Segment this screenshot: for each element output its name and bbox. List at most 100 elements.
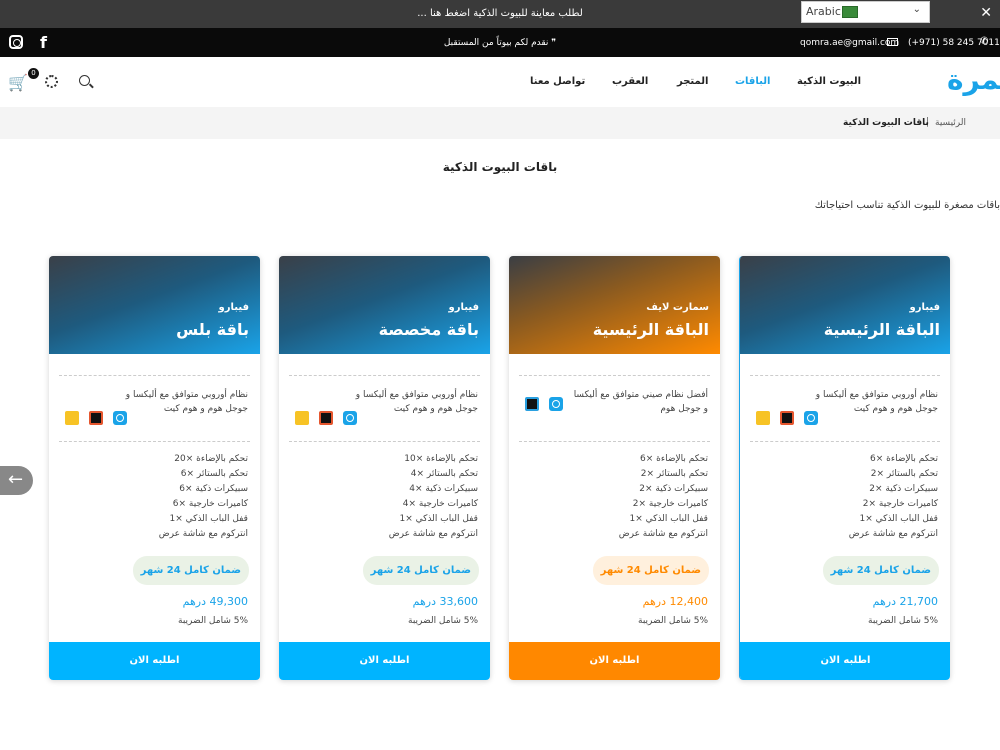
homekit-icon: [89, 410, 103, 425]
home-assistant-icon: [756, 410, 770, 425]
compatibility-icons: [525, 393, 573, 412]
alexa-icon: [549, 396, 563, 411]
order-button[interactable]: اطلبه الان: [279, 642, 490, 680]
card-title: الباقة الرئيسية: [592, 320, 709, 339]
feature-item: تحكم بالستائر ×2: [870, 469, 938, 479]
flag-icon: [842, 6, 858, 18]
feature-item: تحكم بالإضاءة ×6: [640, 454, 708, 464]
nav-packages[interactable]: الباقات: [735, 76, 770, 87]
card-system: أفضل نظام صيني متوافق مع أليكسا و جوجل ه…: [573, 390, 708, 414]
close-icon[interactable]: ✕: [980, 5, 992, 21]
chevron-down-icon: ⌄: [912, 4, 921, 15]
feature-item: سبيكرات ذكية ×6: [179, 484, 248, 494]
tax-note: 5% شامل الضريبة: [868, 616, 938, 626]
facebook-icon[interactable]: f: [40, 33, 47, 52]
feature-item: انتركوم مع شاشة عرض: [158, 529, 248, 539]
page-subtitle: باقات مصغرة للبيوت الذكية تناسب احتياجات…: [814, 200, 1000, 211]
card-title: باقة مخصصة: [378, 320, 479, 339]
divider: [59, 441, 250, 442]
warranty-badge: ضمان كامل 24 شهر: [132, 556, 249, 585]
alexa-icon: [343, 410, 357, 425]
divider: [289, 375, 480, 376]
feature-item: تحكم بالستائر ×6: [180, 469, 248, 479]
feature-item: انتركوم مع شاشة عرض: [618, 529, 708, 539]
carousel-prev-arrow-icon[interactable]: ←: [0, 466, 33, 495]
feature-item: قفل الباب الذكي ×1: [629, 514, 708, 524]
nav-contact[interactable]: تواصل معنا: [530, 76, 585, 87]
divider: [519, 441, 710, 442]
search-icon[interactable]: [79, 75, 90, 86]
home-assistant-icon: [65, 410, 79, 425]
main-header: 🛒 0 البيوت الذكية الباقات المتجر العقرب …: [0, 57, 1000, 107]
tax-note: 5% شامل الضريبة: [178, 616, 248, 626]
feature-item: سبيكرات ذكية ×4: [409, 484, 478, 494]
instagram-icon[interactable]: [9, 35, 23, 49]
feature-item: تحكم بالإضاءة ×6: [870, 454, 938, 464]
feature-item: انتركوم مع شاشة عرض: [388, 529, 478, 539]
feature-item: كاميرات خارجية ×2: [862, 499, 938, 509]
language-select[interactable]: Arabic ⌄: [801, 1, 930, 23]
cart-count-badge: 0: [28, 68, 39, 79]
divider: [289, 441, 480, 442]
tax-note: 5% شامل الضريبة: [408, 616, 478, 626]
feature-list: تحكم بالإضاءة ×6 تحكم بالستائر ×2 سبيكرا…: [528, 452, 708, 542]
package-card: سمارت لايف الباقة الرئيسية أفضل نظام صين…: [509, 256, 720, 680]
card-title: الباقة الرئيسية: [823, 320, 940, 339]
compatibility-icons: [756, 407, 828, 426]
phone-icon: ✆: [980, 36, 989, 47]
homekit-icon: [319, 410, 333, 425]
feature-item: تحكم بالإضاءة ×10: [404, 454, 478, 464]
card-brand: فيبارو: [218, 302, 249, 313]
email-link[interactable]: qomra.ae@gmail.com: [800, 38, 899, 48]
card-header: سمارت لايف الباقة الرئيسية: [509, 256, 720, 354]
order-button[interactable]: اطلبه الان: [509, 642, 720, 680]
package-card: فيبارو الباقة الرئيسية نظام أوروبي متواف…: [739, 256, 950, 680]
nav-scorpion[interactable]: العقرب: [612, 76, 648, 87]
divider: [59, 375, 250, 376]
compatibility-icons: [65, 407, 137, 426]
card-brand: فيبارو: [909, 302, 940, 313]
feature-item: قفل الباب الذكي ×1: [169, 514, 248, 524]
card-header: فيبارو باقة بلس: [49, 256, 260, 354]
feature-list: تحكم بالإضاءة ×10 تحكم بالستائر ×4 سبيكر…: [298, 452, 478, 542]
feature-item: كاميرات خارجية ×6: [172, 499, 248, 509]
card-brand: سمارت لايف: [646, 302, 709, 313]
card-price: 21,700 درهم: [872, 595, 938, 608]
settings-icon[interactable]: [45, 75, 58, 88]
feature-item: كاميرات خارجية ×2: [632, 499, 708, 509]
slogan: ❞ نقدم لكم بيوتاً من المستقبل: [443, 38, 557, 48]
feature-item: انتركوم مع شاشة عرض: [848, 529, 938, 539]
package-card: فيبارو باقة بلس نظام أوروبي متوافق مع أل…: [49, 256, 260, 680]
card-header: فيبارو باقة مخصصة: [279, 256, 490, 354]
breadcrumb-current: باقات البيوت الذكية: [843, 118, 929, 128]
feature-item: قفل الباب الذكي ×1: [859, 514, 938, 524]
card-title: باقة بلس: [176, 320, 249, 339]
feature-item: كاميرات خارجية ×4: [402, 499, 478, 509]
google-home-icon: [525, 396, 539, 411]
alexa-icon: [804, 410, 818, 425]
divider: [750, 375, 940, 376]
cart-icon[interactable]: 🛒: [8, 73, 28, 92]
language-label: Arabic: [806, 5, 841, 18]
alexa-icon: [113, 410, 127, 425]
compatibility-icons: [295, 407, 367, 426]
card-price: 12,400 درهم: [642, 595, 708, 608]
warranty-badge: ضمان كامل 24 شهر: [362, 556, 479, 585]
feature-list: تحكم بالإضاءة ×6 تحكم بالستائر ×2 سبيكرا…: [758, 452, 938, 542]
feature-item: سبيكرات ذكية ×2: [869, 484, 938, 494]
feature-item: تحكم بالستائر ×4: [410, 469, 478, 479]
feature-list: تحكم بالإضاءة ×20 تحكم بالستائر ×6 سبيكر…: [68, 452, 248, 542]
order-button[interactable]: اطلبه الان: [740, 642, 950, 680]
card-brand: فيبارو: [448, 302, 479, 313]
order-button[interactable]: اطلبه الان: [49, 642, 260, 680]
card-header: فيبارو الباقة الرئيسية: [740, 256, 950, 354]
card-price: 33,600 درهم: [412, 595, 478, 608]
home-assistant-icon: [295, 410, 309, 425]
nav-store[interactable]: المتجر: [677, 76, 708, 87]
site-logo[interactable]: قمرة: [947, 63, 1000, 96]
divider: [750, 441, 940, 442]
page-title: باقات البيوت الذكية: [442, 160, 558, 174]
breadcrumb-home[interactable]: الرئيسية: [935, 118, 966, 128]
nav-smart-homes[interactable]: البيوت الذكية: [797, 76, 861, 87]
homekit-icon: [780, 410, 794, 425]
